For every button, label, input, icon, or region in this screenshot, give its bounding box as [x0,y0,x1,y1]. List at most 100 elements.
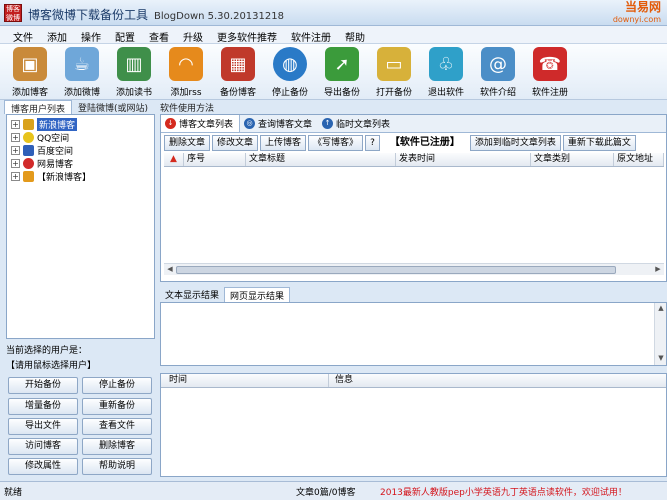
tree-node-netease[interactable]: + 网易博客 [11,157,154,170]
cup-icon: ☕ [65,47,99,81]
rebackup-button[interactable]: 重新备份 [82,398,152,415]
scroll-thumb[interactable] [176,266,616,274]
col-original-url[interactable]: 原文地址 [614,153,664,166]
add-reading-button[interactable]: ▥ 添加读书 [108,44,160,100]
registered-label: 【软件已注册】 [389,137,460,148]
result-tabs: 文本显示结果 网页显示结果 [160,287,291,302]
view-file-button[interactable]: 查看文件 [82,418,152,435]
tree-node-sina[interactable]: + 新浪博客 [11,118,154,131]
app-version: BlogDown 5.30.20131218 [154,11,284,22]
box-icon: ▣ [13,47,47,81]
add-rss-button[interactable]: ◠ 添加rss [160,44,212,100]
export-file-button[interactable]: 导出文件 [8,418,78,435]
article-tabs: ↓ 博客文章列表 ◎ 查询博客文章 ↑ 临时文章列表 [161,115,666,133]
result-vscrollbar[interactable]: ▲ ▼ [654,303,666,365]
col-info[interactable]: 信息 [329,374,666,387]
backup-blog-button[interactable]: ▦ 备份博客 [212,44,264,100]
tree-node-label: 新浪博客 [37,118,78,131]
current-user-title: 当前选择的用户是： [6,346,88,356]
delete-blog-button[interactable]: 删除博客 [82,438,152,455]
app-title: 博客微博下载备份工具 [28,8,149,22]
tab-temp-article[interactable]: ↑ 临时文章列表 [318,115,396,132]
upload-blog-button[interactable]: 上传博客 [260,135,307,151]
expand-icon[interactable]: + [11,120,20,129]
tree-node-sina-bracket[interactable]: + 【新浪博客】 [11,170,154,183]
col-category[interactable]: 文章类别 [531,153,614,166]
tab-usage[interactable]: 软件使用方法 [154,100,220,114]
software-register-button[interactable]: ☎ 软件注册 [524,44,576,100]
menu-operate[interactable]: 操作 [74,26,108,44]
col-publish-time[interactable]: 发表时间 [396,153,531,166]
watermark-logo: 当易网 downyi.com [613,0,661,25]
tree-node-label: 网易博客 [37,160,74,170]
incremental-backup-button[interactable]: 增量备份 [8,398,78,415]
sina-blog-icon [23,171,34,182]
tree-node-label: 【新浪博客】 [37,173,92,183]
menu-view[interactable]: 查看 [142,26,176,44]
menu-file[interactable]: 文件 [6,26,40,44]
rss-icon: ◠ [169,47,203,81]
help-button[interactable]: 帮助说明 [82,458,152,475]
export-backup-button[interactable]: ➚ 导出备份 [316,44,368,100]
edit-article-button[interactable]: 修改文章 [212,135,259,151]
tab-temp-article-label: 临时文章列表 [336,120,391,130]
tab-search-article-label: 查询博客文章 [258,120,313,130]
write-blog-button[interactable]: 《写博客》 [308,135,364,151]
tab-text-result[interactable]: 文本显示结果 [160,287,224,302]
add-weibo-button[interactable]: ☕ 添加微博 [56,44,108,100]
scroll-left-icon[interactable]: ◀ [164,264,176,275]
add-blog-button[interactable]: ▣ 添加博客 [4,44,56,100]
tree-node-label: QQ空间 [37,134,70,144]
sort-arrow-icon[interactable]: ▲ [164,153,184,166]
edit-properties-button[interactable]: 修改属性 [8,458,78,475]
menu-config[interactable]: 配置 [108,26,142,44]
scroll-up-icon[interactable]: ▲ [655,303,667,314]
main-tabs: 博客用户列表 登陆微博(或网站) 软件使用方法 [0,100,667,115]
expand-icon[interactable]: + [11,133,20,142]
open-backup-label: 打开备份 [375,88,412,98]
tab-blog-user-list[interactable]: 博客用户列表 [4,100,73,115]
menu-more-software[interactable]: 更多软件推荐 [210,26,284,44]
visit-blog-button[interactable]: 访问博客 [8,438,78,455]
article-hscrollbar[interactable]: ◀ ▶ [164,263,664,275]
exit-software-button[interactable]: ♧ 退出软件 [420,44,472,100]
col-time[interactable]: 时间 [161,374,329,387]
menu-upgrade[interactable]: 升级 [176,26,210,44]
basket-icon: ♧ [429,47,463,81]
menu-add[interactable]: 添加 [40,26,74,44]
status-ad-link[interactable]: 2013最新人教版pep小学英语九丁英语点读软件，欢迎试用！ [380,485,627,498]
tab-search-article[interactable]: ◎ 查询博客文章 [240,115,318,132]
add-temp-list-button[interactable]: 添加到临时文章列表 [469,135,561,151]
qq-star-icon [23,132,34,143]
backup-blog-label: 备份博客 [219,88,256,98]
watermark-line1: 当易网 [624,0,661,14]
col-index[interactable]: 序号 [184,153,246,166]
stop-backup-action-button[interactable]: 停止备份 [82,377,152,394]
tab-web-result[interactable]: 网页显示结果 [224,287,291,302]
tree-node-baidu[interactable]: + 百度空间 [11,144,154,157]
result-display[interactable]: ▲ ▼ [160,302,667,366]
scroll-down-icon[interactable]: ▼ [655,353,667,364]
help-question-button[interactable]: ? [365,135,380,151]
menu-bar: 文件 添加 操作 配置 查看 升级 更多软件推荐 软件注册 帮助 [0,26,667,44]
start-backup-button[interactable]: 开始备份 [8,377,78,394]
expand-icon[interactable]: + [11,159,20,168]
log-panel: 时间 信息 [160,373,667,477]
article-action-row: 删除文章 修改文章 上传博客 《写博客》 ? 【软件已注册】 添加到临时文章列表… [164,135,664,151]
col-title[interactable]: 文章标题 [246,153,396,166]
expand-icon[interactable]: + [11,146,20,155]
delete-article-button[interactable]: 删除文章 [164,135,211,151]
tree-node-qq[interactable]: + QQ空间 [11,131,154,144]
expand-icon[interactable]: + [11,172,20,181]
stop-backup-button[interactable]: ◍ 停止备份 [264,44,316,100]
add-weibo-label: 添加微博 [63,88,100,98]
open-backup-button[interactable]: ▭ 打开备份 [368,44,420,100]
scroll-right-icon[interactable]: ▶ [652,264,664,275]
menu-register[interactable]: 软件注册 [284,26,338,44]
redownload-article-button[interactable]: 重新下载此篇文 [562,135,636,151]
menu-help[interactable]: 帮助 [338,26,372,44]
stop-backup-label: 停止备份 [271,88,308,98]
tab-login-weibo[interactable]: 登陆微博(或网站) [72,100,154,114]
software-intro-button[interactable]: @ 软件介绍 [472,44,524,100]
tab-article-list[interactable]: ↓ 博客文章列表 [161,115,241,132]
